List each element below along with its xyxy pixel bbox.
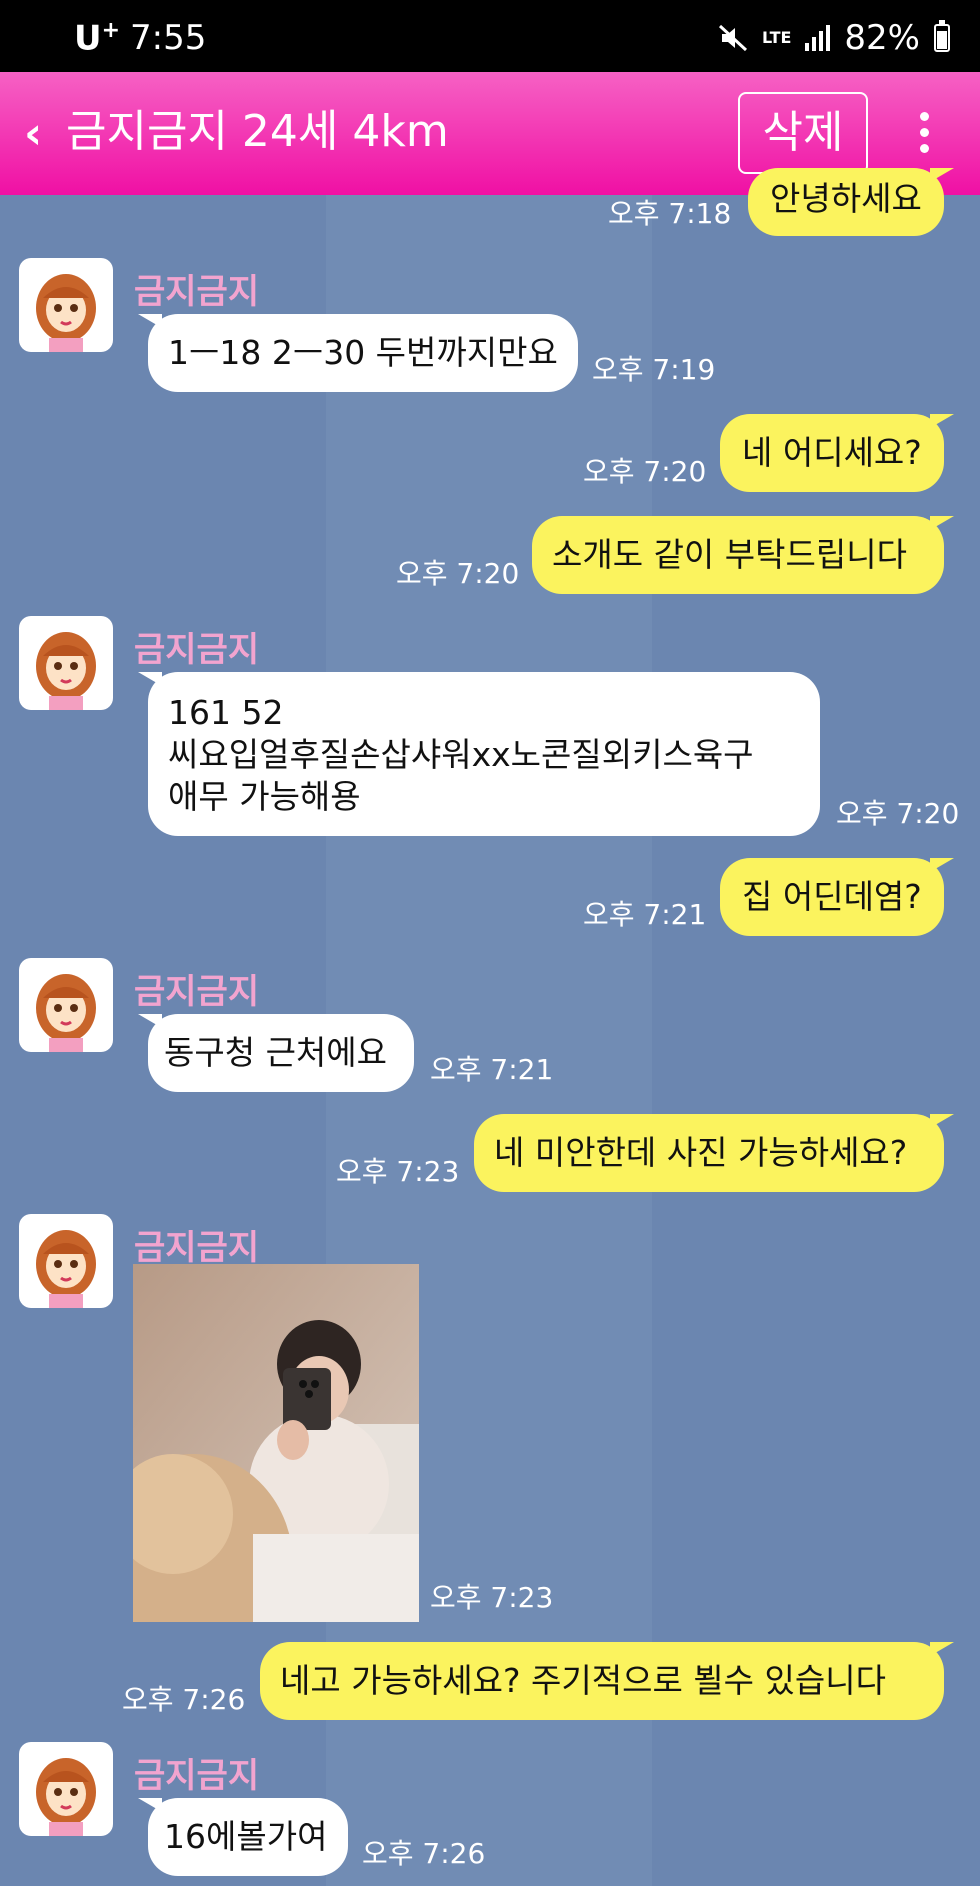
carrier-label: U+: [74, 18, 121, 59]
outgoing-message-bubble[interactable]: 안녕하세요: [748, 168, 954, 236]
message-time: 오후 7:21: [430, 1053, 554, 1086]
sender-avatar[interactable]: [19, 1214, 113, 1308]
incoming-message-bubble[interactable]: 동구청 근처에요: [138, 1014, 414, 1092]
message-time: 오후 7:21: [583, 898, 707, 931]
outgoing-message-bubble[interactable]: 네고 가능하세요? 주기적으로 뵐수 있습니다: [260, 1642, 954, 1720]
more-vertical-icon[interactable]: [914, 112, 934, 156]
sender-name: 금지금지: [134, 1756, 260, 1796]
message-time: 오후 7:23: [336, 1155, 460, 1188]
sender-avatar[interactable]: [19, 958, 113, 1052]
battery-icon: [934, 20, 950, 52]
sender-avatar[interactable]: [19, 258, 113, 352]
message-time: 오후 7:26: [362, 1837, 486, 1870]
message-time: 오후 7:18: [608, 197, 732, 230]
sender-name: 금지금지: [134, 972, 260, 1012]
outgoing-message-bubble[interactable]: 집 어딘데염?: [720, 858, 954, 936]
sender-name: 금지금지: [134, 272, 260, 312]
sender-name: 금지금지: [134, 630, 260, 670]
back-chevron-icon[interactable]: ‹: [24, 112, 42, 156]
sender-avatar[interactable]: [19, 1742, 113, 1836]
message-line: 씨요입얼후질손삽샤워xx노콘질외키스육구: [168, 735, 754, 774]
message-line: 161 52: [168, 693, 284, 732]
clock: 7:55: [130, 18, 207, 59]
battery-percent: 82%: [844, 18, 920, 58]
sender-avatar[interactable]: [19, 616, 113, 710]
message-time: 오후 7:19: [592, 353, 716, 386]
incoming-message-bubble[interactable]: 161 52 씨요입얼후질손삽샤워xx노콘질외키스육구 애무 가능해용: [138, 672, 820, 836]
chat-title: 금지금지 24세 4km: [66, 106, 449, 157]
mute-icon: [719, 24, 748, 52]
incoming-message-bubble[interactable]: 16에볼가여: [138, 1798, 348, 1876]
network-label: LTE: [762, 28, 792, 47]
message-time: 오후 7:20: [583, 455, 707, 488]
incoming-message-bubble[interactable]: 1ㅡ18 2ㅡ30 두번까지만요: [138, 314, 578, 392]
message-line: 애무 가능해용: [168, 777, 361, 816]
outgoing-message-bubble[interactable]: 소개도 같이 부탁드립니다: [532, 516, 954, 594]
shared-photo[interactable]: [133, 1264, 419, 1622]
message-time: 오후 7:26: [122, 1683, 246, 1716]
message-time: 오후 7:20: [836, 797, 960, 830]
message-time: 오후 7:23: [430, 1581, 554, 1614]
outgoing-message-bubble[interactable]: 네 어디세요?: [720, 414, 954, 492]
signal-icon: [805, 25, 831, 51]
status-bar: U+ 7:55 LTE 82%: [0, 0, 980, 72]
sender-name: 금지금지: [134, 1228, 260, 1268]
message-time: 오후 7:20: [396, 557, 520, 590]
outgoing-message-bubble[interactable]: 네 미안한데 사진 가능하세요?: [474, 1114, 954, 1192]
delete-button[interactable]: 삭제: [738, 92, 868, 174]
